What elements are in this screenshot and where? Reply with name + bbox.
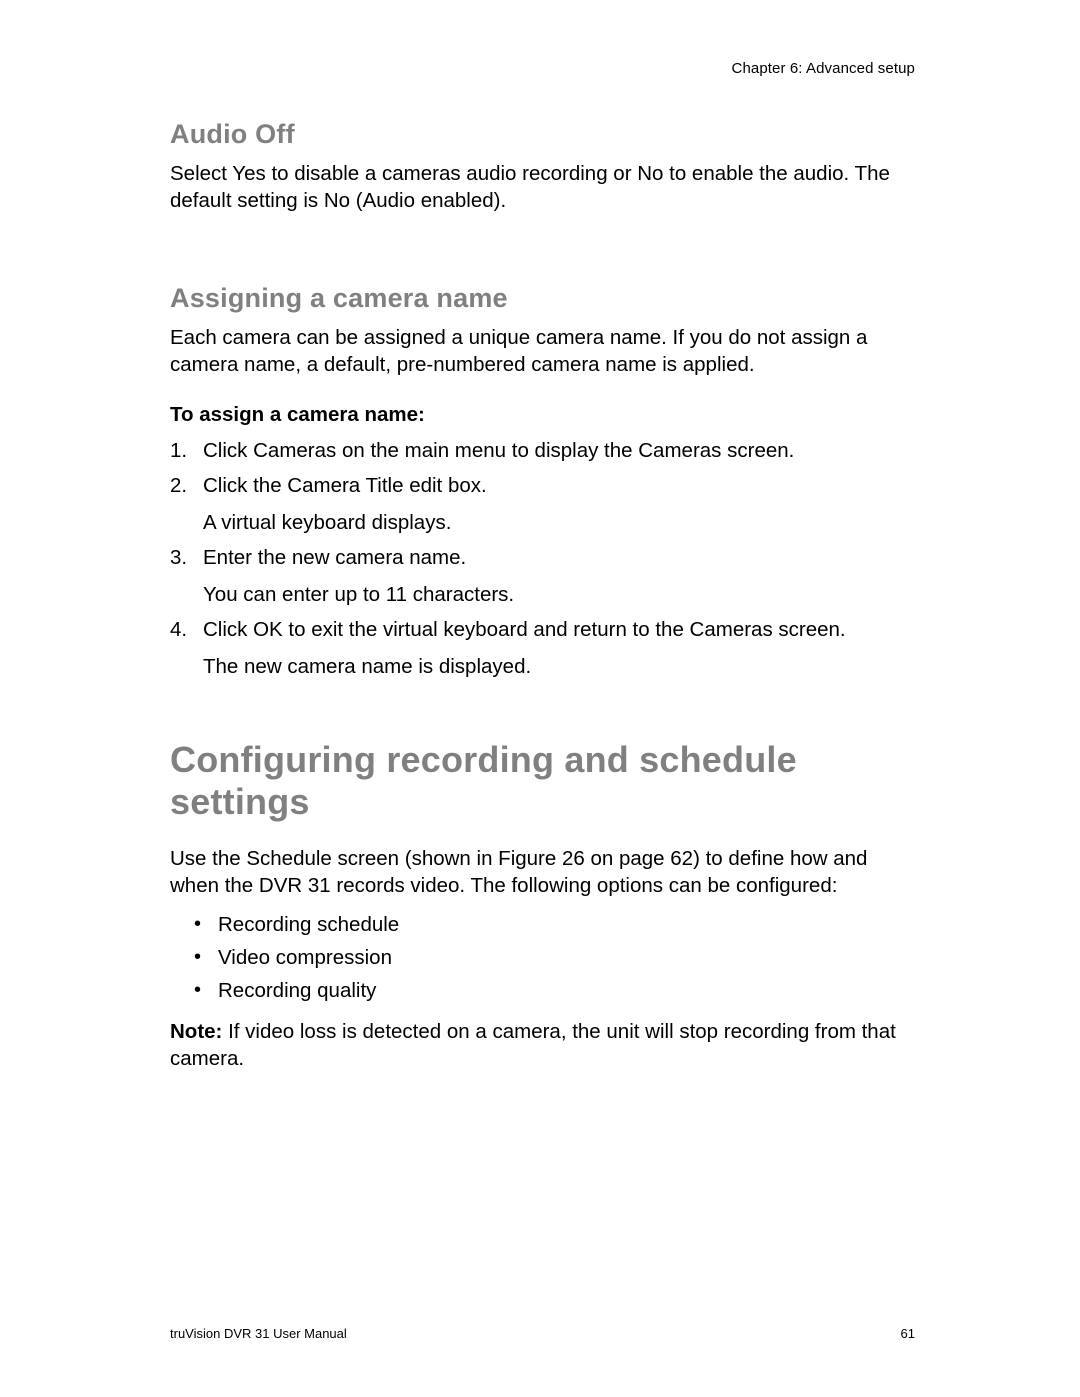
heading-configuring-recording: Configuring recording and schedule setti… xyxy=(170,739,915,823)
paragraph-assigning-intro: Each camera can be assigned a unique cam… xyxy=(170,324,915,378)
step-subtext: The new camera name is displayed. xyxy=(203,653,915,680)
note-label: Note: xyxy=(170,1020,222,1043)
bullet-item: Recording schedule xyxy=(170,911,915,938)
steps-list: Click Cameras on the main menu to displa… xyxy=(170,437,915,680)
bullet-item: Recording quality xyxy=(170,977,915,1004)
note-body: If video loss is detected on a camera, t… xyxy=(170,1020,896,1070)
section-spacer xyxy=(170,226,915,283)
page-footer: truVision DVR 31 User Manual 61 xyxy=(170,1326,915,1341)
paragraph-note: Note: If video loss is detected on a cam… xyxy=(170,1018,915,1072)
step-subtext: A virtual keyboard displays. xyxy=(203,509,915,536)
step-text: Enter the new camera name. xyxy=(203,546,466,569)
heading-assigning-camera-name: Assigning a camera name xyxy=(170,283,915,314)
step-subtext: You can enter up to 11 characters. xyxy=(203,581,915,608)
step-item: Click the Camera Title edit box. A virtu… xyxy=(170,472,915,536)
step-item: Enter the new camera name. You can enter… xyxy=(170,544,915,608)
step-text: Click OK to exit the virtual keyboard an… xyxy=(203,618,846,641)
paragraph-configuring-intro: Use the Schedule screen (shown in Figure… xyxy=(170,845,915,899)
chapter-header: Chapter 6: Advanced setup xyxy=(170,60,915,77)
footer-page-number: 61 xyxy=(901,1326,915,1341)
bullet-list: Recording schedule Video compression Rec… xyxy=(170,911,915,1004)
document-page: Chapter 6: Advanced setup Audio Off Sele… xyxy=(0,0,1080,1397)
step-text: Click the Camera Title edit box. xyxy=(203,474,487,497)
footer-manual-name: truVision DVR 31 User Manual xyxy=(170,1326,347,1341)
step-item: Click OK to exit the virtual keyboard an… xyxy=(170,616,915,680)
bullet-item: Video compression xyxy=(170,944,915,971)
step-text: Click Cameras on the main menu to displa… xyxy=(203,439,794,462)
paragraph-audio-off: Select Yes to disable a cameras audio re… xyxy=(170,160,915,214)
heading-audio-off: Audio Off xyxy=(170,119,915,150)
procedure-label: To assign a camera name: xyxy=(170,403,915,427)
step-item: Click Cameras on the main menu to displa… xyxy=(170,437,915,464)
